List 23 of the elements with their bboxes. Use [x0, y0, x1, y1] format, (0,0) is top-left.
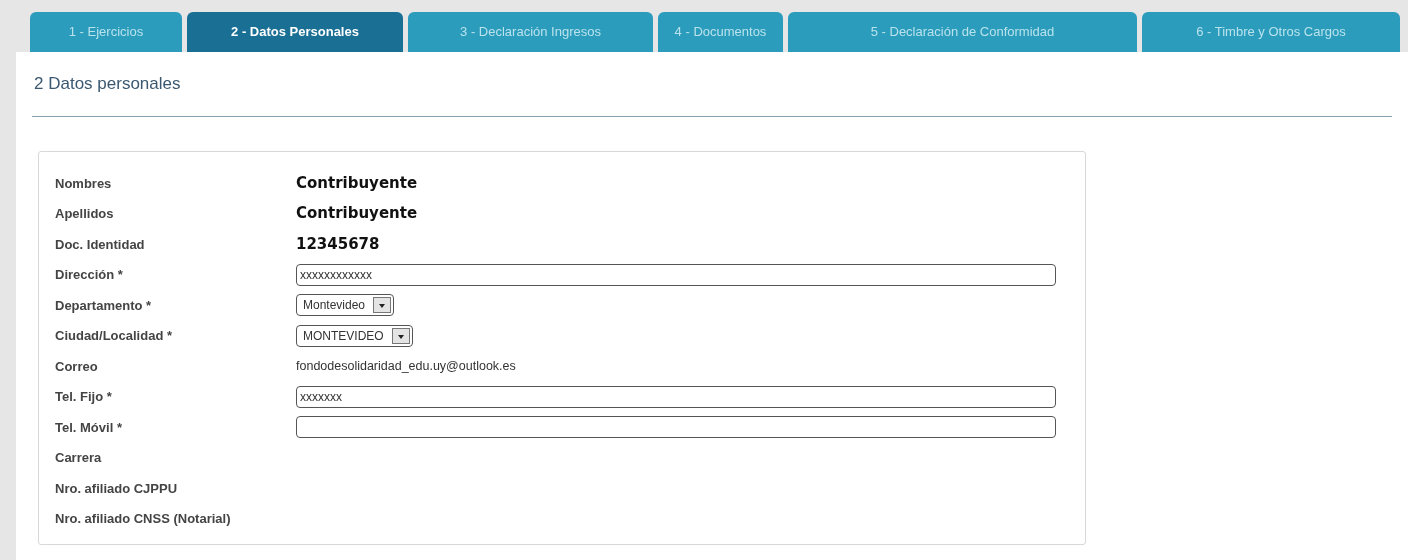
dropdown[interactable]: MONTEVIDEO — [296, 324, 413, 347]
field-value: Contribuyente — [296, 175, 418, 191]
field-label: Doc. Identidad — [55, 235, 146, 254]
field-label: Tel. Fijo * — [55, 388, 113, 406]
dropdown[interactable]: Montevideo — [296, 294, 395, 317]
field-label: Ciudad/Localidad * — [55, 327, 173, 345]
field-value: 12345678 — [296, 236, 380, 252]
field-value: Contribuyente — [296, 206, 418, 222]
section-title: 2 Datos personales — [34, 73, 181, 96]
tab[interactable]: 2 - Datos Personales — [187, 12, 403, 52]
field-label: Nombres — [55, 174, 113, 193]
field-label: Correo — [55, 357, 99, 376]
field-value: fondodesolidaridad_edu.uy@outlook.es — [296, 357, 516, 375]
field-label: Dirección * — [55, 266, 124, 284]
field-label: Carrera — [55, 449, 103, 467]
field-label: Apellidos — [55, 205, 115, 223]
field-label: Nro. afiliado CNSS (Notarial) — [55, 510, 232, 528]
field-label: Departamento * — [55, 296, 153, 315]
field-label: Tel. Móvil * — [55, 418, 123, 437]
input-field[interactable]: xxxxxxxxxxxx — [296, 263, 1056, 286]
field-label: Nro. afiliado CJPPU — [55, 479, 179, 498]
input-field[interactable] — [296, 416, 1056, 439]
input-field[interactable]: xxxxxxx — [296, 385, 1056, 408]
